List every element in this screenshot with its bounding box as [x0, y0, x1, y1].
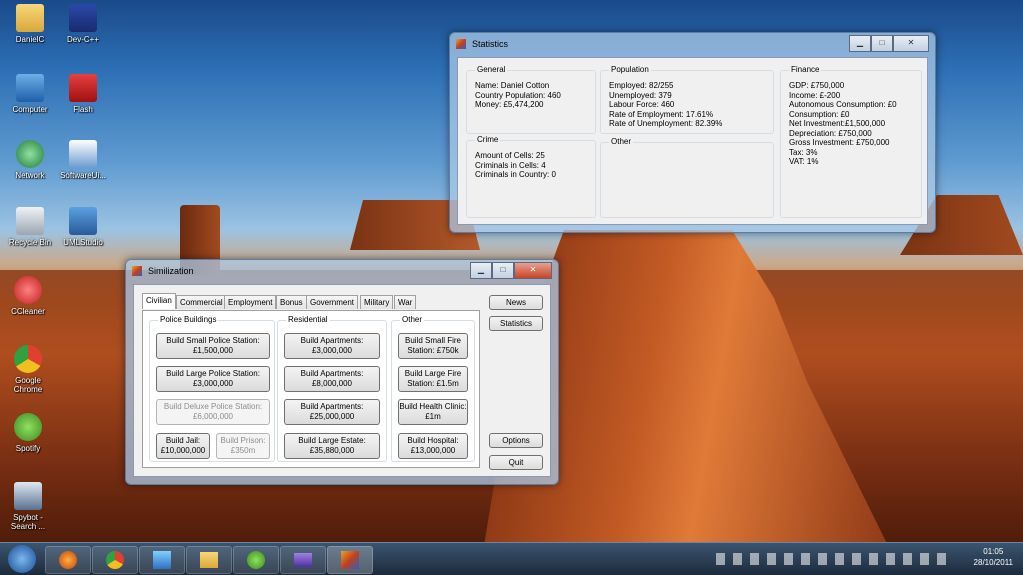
crime-group: Crime Amount of Cells: 25 Criminals in Ce…	[466, 135, 596, 218]
spybot-icon	[14, 482, 42, 510]
build-deluxe-police-station-button[interactable]: Build Deluxe Police Station: £6,000,000	[156, 399, 270, 425]
app-icon	[132, 266, 142, 276]
build-hospital-button[interactable]: Build Hospital: £13,000,000	[398, 433, 468, 459]
firefox-icon	[59, 551, 77, 569]
other-stats-group: Other	[600, 137, 774, 218]
desktop-icon-network[interactable]: Network	[2, 140, 58, 180]
desktop-icon-recycle-bin[interactable]: Recycle Bin	[2, 207, 58, 247]
taskbar: 01:05 28/10/2011	[0, 542, 1023, 575]
messenger-icon	[153, 551, 171, 569]
desktop-icon-spotify[interactable]: Spotify	[0, 413, 56, 453]
close-button[interactable]: ✕	[514, 262, 552, 279]
tab-military[interactable]: Military	[360, 295, 394, 309]
recycle-bin-icon	[16, 207, 44, 235]
build-large-estate-button[interactable]: Build Large Estate: £35,880,000	[284, 433, 380, 459]
tab-strip: Civilian Commercial Employment Bonus Gov…	[142, 293, 482, 311]
similization-titlebar[interactable]: Similization ▁ □ ✕	[126, 260, 558, 282]
tab-civilian[interactable]: Civilian	[142, 293, 176, 309]
general-group: General Name: Daniel Cotton Country Popul…	[466, 65, 596, 134]
taskbar-explorer[interactable]	[186, 546, 232, 574]
desktop-icon-flash[interactable]: Flash	[55, 74, 111, 114]
population-group: Population Employed: 82/255 Unemployed: 3…	[600, 65, 774, 134]
population-values: Employed: 82/255 Unemployed: 379 Labour Fo…	[609, 81, 723, 128]
similization-window[interactable]: Similization ▁ □ ✕ Civilian Commercial E…	[125, 259, 559, 485]
build-jail-button[interactable]: Build Jail: £10,000,000	[156, 433, 210, 459]
taskbar-firefox[interactable]	[45, 546, 91, 574]
crime-values: Amount of Cells: 25 Criminals in Cells: 4…	[475, 151, 556, 179]
ccleaner-icon	[14, 276, 42, 304]
minimize-button[interactable]: ▁	[849, 35, 871, 52]
build-large-fire-station-button[interactable]: Build Large Fire Station: £1.5m	[398, 366, 468, 392]
folder-icon	[200, 552, 218, 568]
desktop-icon-umlstudio[interactable]: UMLStudio	[55, 207, 111, 247]
build-apartments-3m-button[interactable]: Build Apartments: £3,000,000	[284, 333, 380, 359]
police-buildings-group: Police Buildings Build Small Police Stat…	[149, 315, 275, 462]
tab-bonus[interactable]: Bonus	[276, 295, 307, 309]
taskbar-visual-studio[interactable]	[280, 546, 326, 574]
build-small-police-station-button[interactable]: Build Small Police Station: £1,500,000	[156, 333, 270, 359]
spotify-icon	[247, 551, 265, 569]
desktop-icon-devcpp[interactable]: Dev-C++	[55, 4, 111, 44]
devcpp-icon	[69, 4, 97, 32]
taskbar-live-messenger[interactable]	[139, 546, 185, 574]
desktop-icon-computer[interactable]: Computer	[2, 74, 58, 114]
other-buildings-group: Other Build Small Fire Station: £750k Bu…	[391, 315, 475, 462]
taskbar-spotify[interactable]	[233, 546, 279, 574]
statistics-titlebar[interactable]: Statistics ▁ □ ✕	[450, 33, 935, 55]
build-prison-button[interactable]: Build Prison: £350m	[216, 433, 270, 459]
clock[interactable]: 01:05 28/10/2011	[974, 546, 1013, 568]
statistics-button[interactable]: Statistics	[489, 316, 543, 331]
residential-group: Residential Build Apartments: £3,000,000…	[277, 315, 387, 462]
build-apartments-25m-button[interactable]: Build Apartments: £25,000,000	[284, 399, 380, 425]
tab-commercial[interactable]: Commercial	[176, 295, 227, 309]
taskbar-similization[interactable]	[327, 546, 373, 574]
window-title: Similization	[148, 266, 194, 276]
maximize-button[interactable]: □	[492, 262, 514, 279]
desktop-icon-software[interactable]: SoftwareUi...	[55, 140, 111, 180]
similization-client: Civilian Commercial Employment Bonus Gov…	[133, 284, 551, 477]
statistics-client: General Name: Daniel Cotton Country Popul…	[457, 57, 928, 225]
finance-group: Finance GDP: £750,000 Income: £-200 Autono…	[780, 65, 922, 218]
general-values: Name: Daniel Cotton Country Population: 4…	[475, 81, 561, 109]
start-button[interactable]	[8, 545, 36, 573]
spotify-icon	[14, 413, 42, 441]
tab-page-civilian: Police Buildings Build Small Police Stat…	[142, 310, 480, 468]
maximize-button[interactable]: □	[871, 35, 893, 52]
software-icon	[69, 140, 97, 168]
finance-values: GDP: £750,000 Income: £-200 Autonomous Con…	[789, 81, 897, 166]
news-button[interactable]: News	[489, 295, 543, 310]
similization-icon	[341, 551, 359, 569]
folder-icon	[16, 4, 44, 32]
tab-war[interactable]: War	[394, 295, 417, 309]
build-apartments-8m-button[interactable]: Build Apartments: £8,000,000	[284, 366, 380, 392]
system-tray-icons[interactable]	[716, 553, 946, 565]
tab-employment[interactable]: Employment	[224, 295, 277, 309]
tab-government[interactable]: Government	[306, 295, 359, 309]
visual-studio-icon	[294, 553, 312, 567]
desktop-icon-chrome[interactable]: Google Chrome	[0, 345, 56, 394]
build-health-clinic-button[interactable]: Build Health Clinic: £1m	[398, 399, 468, 425]
close-button[interactable]: ✕	[893, 35, 929, 52]
network-icon	[16, 140, 44, 168]
desktop-icon-user-folder[interactable]: DanielC	[2, 4, 58, 44]
statistics-window[interactable]: Statistics ▁ □ ✕ General Name: Daniel Co…	[449, 32, 936, 233]
minimize-button[interactable]: ▁	[470, 262, 492, 279]
taskbar-chrome[interactable]	[92, 546, 138, 574]
window-title: Statistics	[472, 39, 509, 49]
computer-icon	[16, 74, 44, 102]
desktop-icon-spybot[interactable]: Spybot - Search ...	[0, 482, 56, 531]
app-icon	[456, 39, 466, 49]
options-button[interactable]: Options	[489, 433, 543, 448]
chrome-icon	[106, 551, 124, 569]
flash-icon	[69, 74, 97, 102]
build-small-fire-station-button[interactable]: Build Small Fire Station: £750k	[398, 333, 468, 359]
chrome-icon	[14, 345, 42, 373]
quit-button[interactable]: Quit	[489, 455, 543, 470]
umlstudio-icon	[69, 207, 97, 235]
desktop-icon-ccleaner[interactable]: CCleaner	[0, 276, 56, 316]
build-large-police-station-button[interactable]: Build Large Police Station: £3,000,000	[156, 366, 270, 392]
